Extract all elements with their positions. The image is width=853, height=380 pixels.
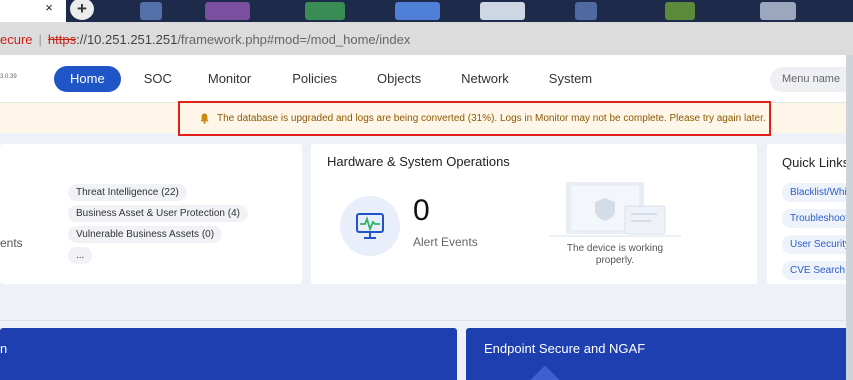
new-tab-button[interactable]: + bbox=[70, 0, 94, 20]
url-host: ://10.251.251.251 bbox=[76, 32, 178, 47]
pill-threat-intelligence[interactable]: Threat Intelligence (22) bbox=[68, 184, 187, 201]
url-path: /framework.php#mod=/mod_home/index bbox=[177, 32, 411, 47]
events-label: ents bbox=[0, 236, 23, 250]
bottom-card-left-title: n bbox=[0, 341, 8, 356]
browser-tab-strip: × + bbox=[0, 0, 853, 22]
device-ok-illustration bbox=[549, 180, 681, 240]
nav-home[interactable]: Home bbox=[54, 66, 121, 92]
decorative-shape bbox=[529, 365, 561, 380]
pill-more[interactable]: ... bbox=[68, 247, 93, 264]
quick-link-cve-search[interactable]: CVE Search bbox=[782, 261, 853, 280]
bookmark-icon[interactable] bbox=[395, 2, 440, 20]
url-scheme: https bbox=[47, 32, 77, 47]
pill-business-asset-user-protection[interactable]: Business Asset & User Protection (4) bbox=[68, 205, 248, 222]
panel-title: Hardware & System Operations bbox=[327, 154, 510, 169]
version-label: 3.0.39 bbox=[0, 74, 17, 80]
security-events-panel: ents Threat Intelligence (22) Business A… bbox=[0, 144, 302, 284]
scrollbar[interactable] bbox=[846, 55, 853, 380]
bell-icon bbox=[200, 113, 209, 124]
quick-link-troubleshooting[interactable]: Troubleshootin bbox=[782, 209, 853, 228]
nav-monitor[interactable]: Monitor bbox=[187, 66, 272, 92]
quick-links-list: Blacklist/White Troubleshootin User Secu… bbox=[782, 183, 853, 287]
url-separator: | bbox=[38, 32, 42, 47]
section-divider bbox=[0, 320, 853, 321]
url-field[interactable]: ecure | https://10.251.251.251/framework.p… bbox=[0, 27, 853, 53]
database-upgrade-warning: The database is upgraded and logs are be… bbox=[178, 101, 771, 136]
endpoint-secure-ngaf-card: Endpoint Secure and NGAF bbox=[466, 328, 853, 380]
quick-links-title: Quick Links bbox=[782, 155, 850, 170]
alert-events-label: Alert Events bbox=[413, 235, 478, 249]
monitor-icon bbox=[340, 196, 400, 256]
alert-count[interactable]: 0 bbox=[413, 194, 430, 228]
bookmark-icon[interactable] bbox=[665, 2, 695, 20]
device-status-text: The device is working properly. bbox=[566, 243, 664, 266]
endpoint-secure-ngaf-title: Endpoint Secure and NGAF bbox=[484, 341, 646, 356]
app-header: 3.0.39 Home SOC Monitor Policies Objects… bbox=[0, 55, 853, 103]
nav-objects[interactable]: Objects bbox=[357, 66, 441, 92]
menu-search-input[interactable]: Menu name bbox=[770, 67, 853, 92]
event-category-list: Threat Intelligence (22) Business Asset … bbox=[68, 184, 248, 268]
bookmark-icon[interactable] bbox=[205, 2, 250, 20]
nav-soc[interactable]: SOC bbox=[129, 66, 187, 92]
quick-link-user-security[interactable]: User Security bbox=[782, 235, 853, 254]
pill-vulnerable-business-assets[interactable]: Vulnerable Business Assets (0) bbox=[68, 226, 223, 243]
bookmark-icon[interactable] bbox=[480, 2, 525, 20]
close-tab-icon[interactable]: × bbox=[42, 0, 56, 16]
quick-link-blacklist[interactable]: Blacklist/White bbox=[782, 183, 853, 202]
warning-text: The database is upgraded and logs are be… bbox=[217, 113, 766, 124]
browser-active-tab[interactable]: × bbox=[0, 0, 66, 22]
bookmark-icon[interactable] bbox=[305, 2, 345, 20]
bottom-card-left: n bbox=[0, 328, 457, 380]
security-indicator[interactable]: ecure bbox=[0, 32, 33, 47]
quick-links-panel: Quick Links Blacklist/White Troubleshoot… bbox=[767, 144, 853, 284]
nav-network[interactable]: Network bbox=[441, 66, 529, 92]
bookmark-icon[interactable] bbox=[575, 2, 597, 20]
browser-address-bar: ecure | https://10.251.251.251/framework.p… bbox=[0, 22, 853, 55]
bookmark-icon[interactable] bbox=[760, 2, 796, 20]
bookmark-icon[interactable] bbox=[140, 2, 162, 20]
main-nav: Home SOC Monitor Policies Objects Networ… bbox=[54, 66, 612, 92]
nav-policies[interactable]: Policies bbox=[272, 66, 357, 92]
nav-system[interactable]: System bbox=[529, 66, 612, 92]
hardware-system-operations-panel: Hardware & System Operations 0 Alert Eve… bbox=[311, 144, 757, 284]
